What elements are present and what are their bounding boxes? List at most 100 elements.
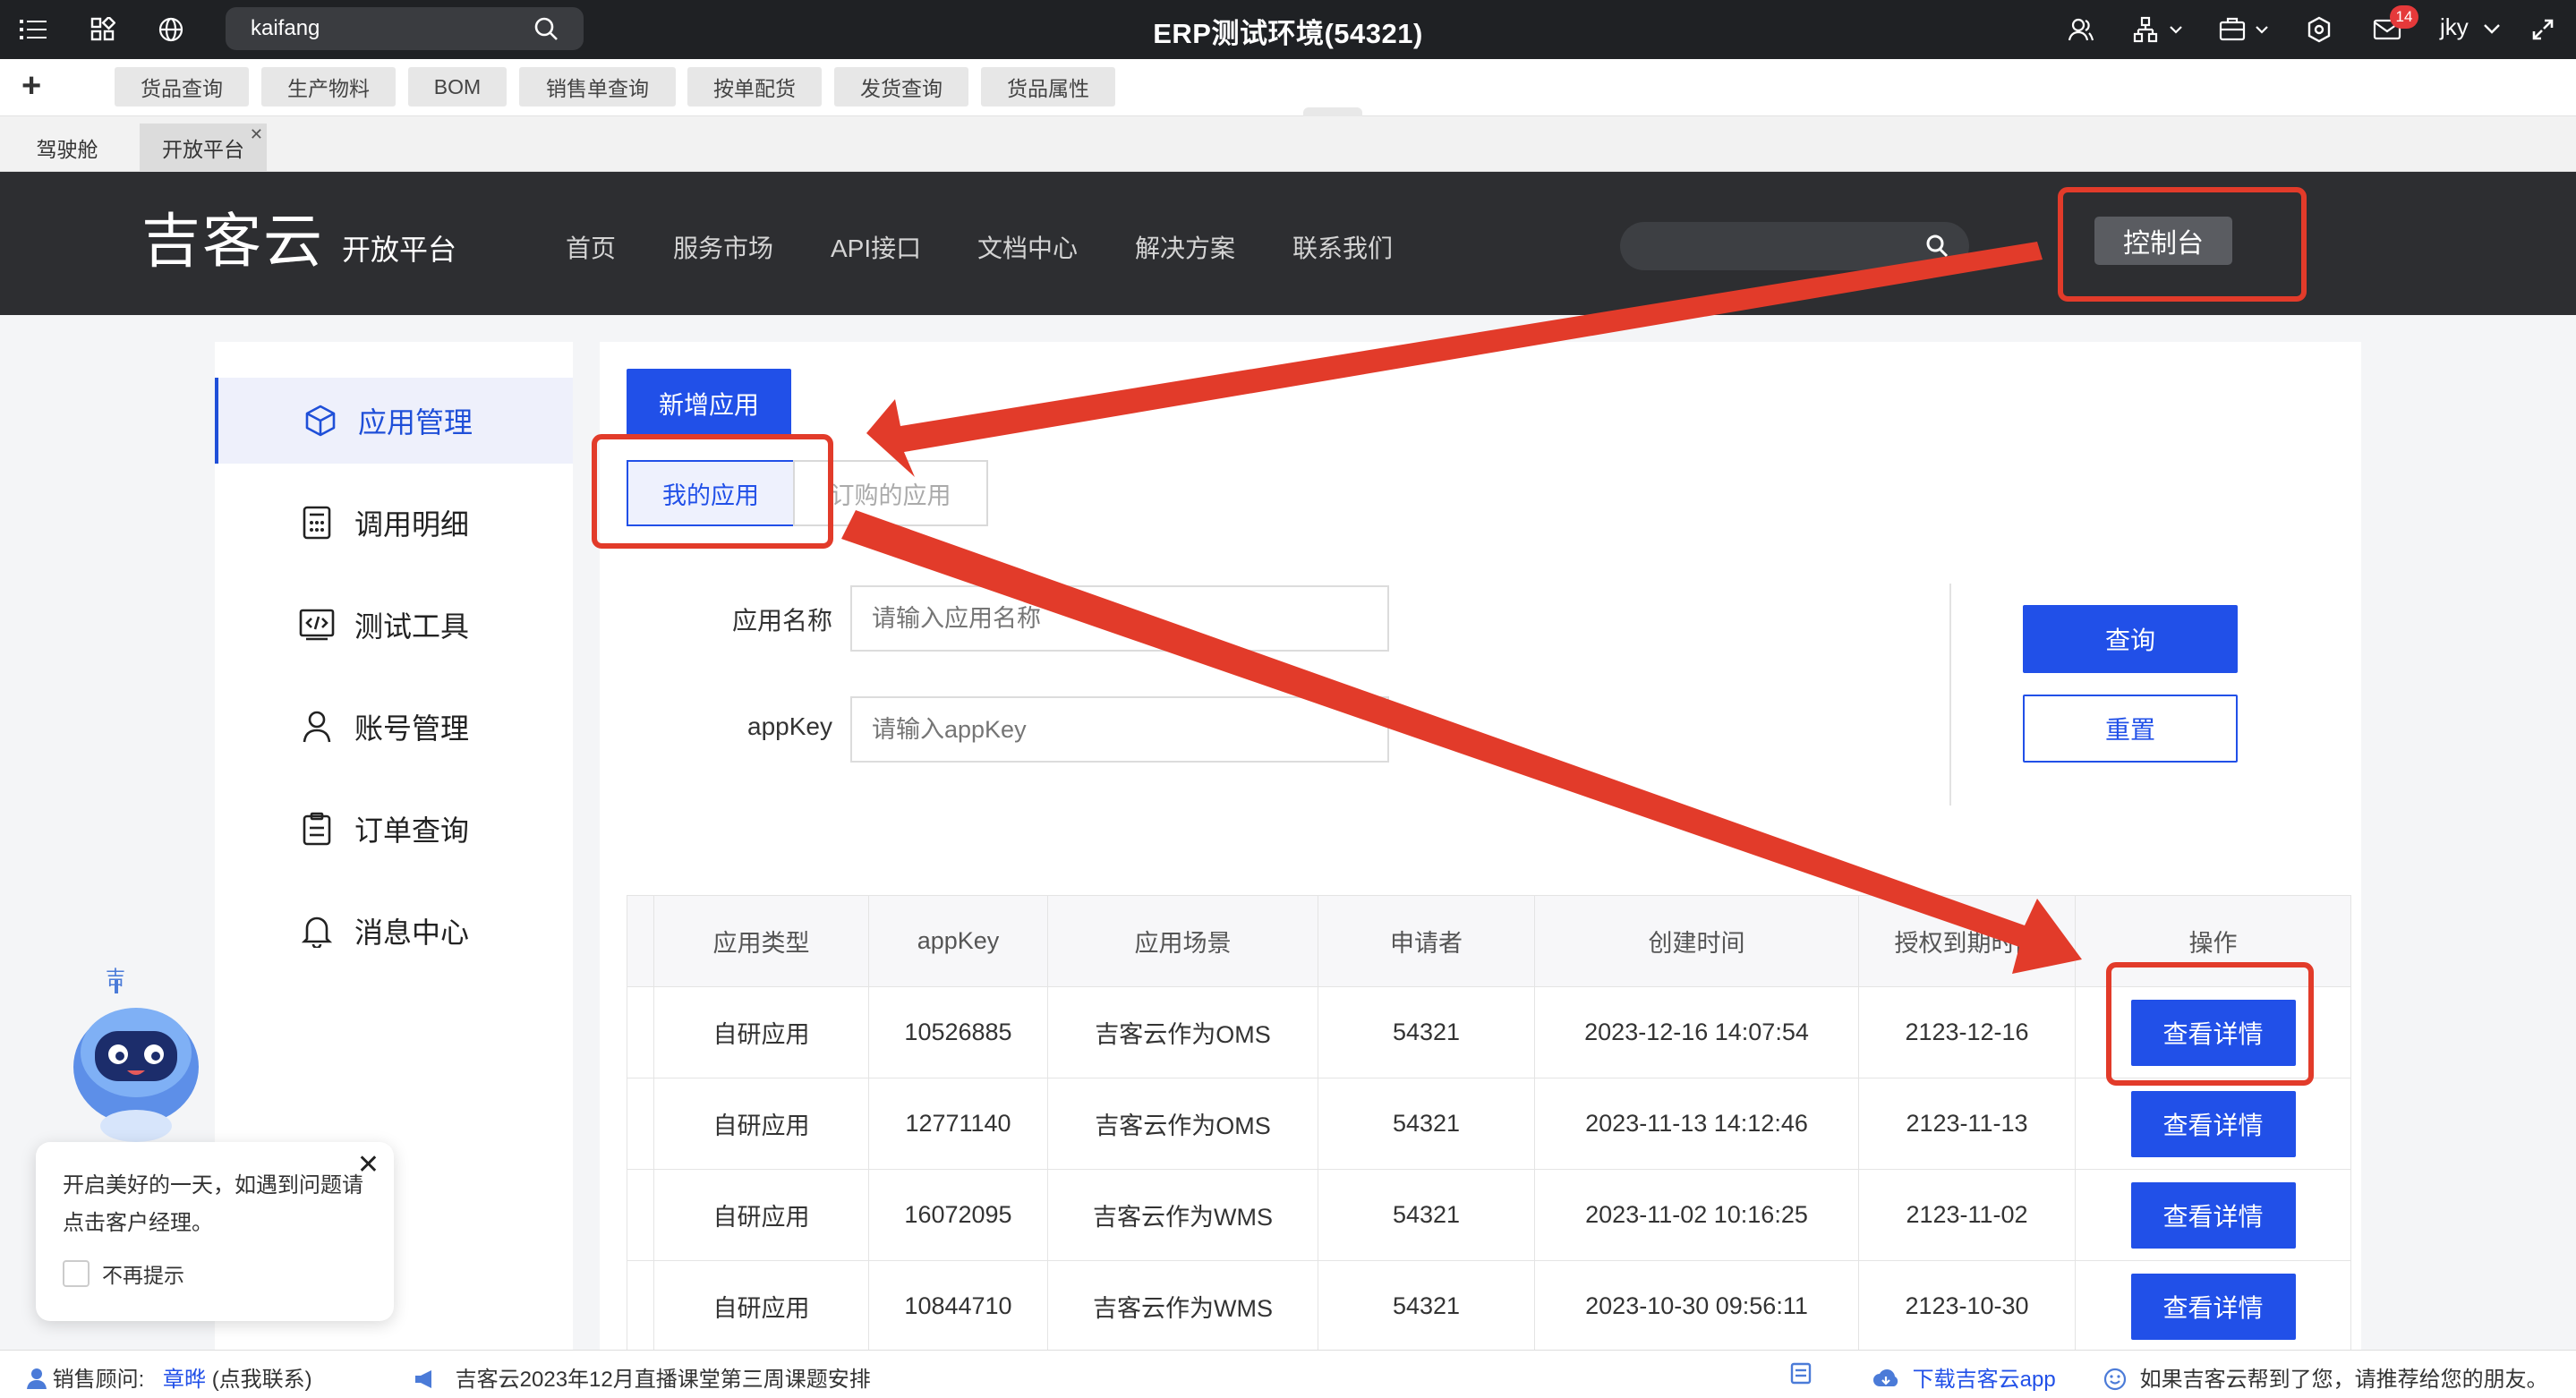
user-icon [27, 1368, 47, 1389]
briefcase-icon[interactable] [2218, 13, 2273, 47]
cell-applicant: 54321 [1318, 1260, 1535, 1352]
nav-service-market[interactable]: 服务市场 [673, 229, 773, 265]
sales-advisor: 销售顾问: 章晔 (点我联系) [27, 1361, 312, 1393]
advisor-name-link[interactable]: 章晔 [163, 1368, 206, 1392]
quick-link-goods-query[interactable]: 货品查询 [115, 67, 249, 107]
chevron-down-icon [2484, 24, 2500, 34]
settings-hex-icon[interactable] [2302, 13, 2336, 47]
global-search-input[interactable]: kaifang [251, 16, 533, 41]
add-app-button[interactable]: 新增应用 [627, 369, 791, 439]
search-icon[interactable] [1924, 233, 1949, 260]
app-table: 应用类型 appKey 应用场景 申请者 创建时间 授权到期时间 操作 自研应用… [627, 895, 2351, 1352]
sidebar-item-label: 订单查询 [354, 814, 470, 847]
user-menu[interactable]: jky [2440, 13, 2502, 41]
tab-open-platform[interactable]: 开放平台 ✕ [140, 124, 267, 172]
sidebar-item-order-query[interactable]: 订单查询 [215, 786, 573, 872]
dont-show-again[interactable]: 不再提示 [63, 1258, 184, 1289]
table-header-appkey: appKey [868, 895, 1048, 987]
global-search[interactable]: kaifang [226, 7, 584, 50]
close-icon[interactable]: ✕ [357, 1149, 380, 1181]
cell-actions: 查看详情 [2075, 1078, 2351, 1170]
row-spacer [627, 1260, 654, 1352]
cell-applicant: 54321 [1318, 986, 1535, 1078]
brand-logo[interactable]: 吉客云 [141, 206, 324, 277]
assistant-tip: ✕ 开启美好的一天，如遇到问题请点击客户经理。 不再提示 [36, 1142, 394, 1321]
sidebar-item-call-details[interactable]: 调用明细 [215, 480, 573, 566]
app-name-input[interactable] [850, 585, 1389, 652]
portal-search-input[interactable] [1620, 222, 1969, 270]
sidebar-item-message-center[interactable]: 消息中心 [215, 888, 573, 974]
status-bar: 销售顾问: 章晔 (点我联系) 吉客云2023年12月直播课堂第三周课题安排 下… [0, 1350, 2576, 1398]
person-icon [299, 709, 335, 745]
bell-icon [299, 913, 335, 949]
cell-created: 2023-12-16 14:07:54 [1534, 986, 1859, 1078]
view-details-button[interactable]: 查看详情 [2130, 1181, 2296, 1249]
table-header-created: 创建时间 [1534, 895, 1859, 987]
table-header-app-type: 应用类型 [653, 895, 869, 987]
sidebar-item-app-management[interactable]: 应用管理 [215, 378, 573, 464]
dont-show-again-checkbox[interactable] [63, 1260, 90, 1287]
tab-my-apps[interactable]: 我的应用 [627, 460, 795, 526]
cell-app-type: 自研应用 [653, 1078, 869, 1170]
quick-link-sales-order-query[interactable]: 销售单查询 [519, 67, 676, 107]
cell-expiry: 2123-11-13 [1858, 1078, 2076, 1170]
tab-cockpit[interactable]: 驾驶舱 [9, 124, 125, 172]
nav-docs[interactable]: 文档中心 [977, 229, 1078, 265]
quick-link-order-allocation[interactable]: 按单配货 [687, 67, 822, 107]
search-icon[interactable] [533, 16, 559, 41]
announcement-text: 吉客云2023年12月直播课堂第三周课题安排 [455, 1368, 871, 1392]
quick-link-bom[interactable]: BOM [408, 67, 507, 107]
console-button[interactable]: 控制台 [2094, 217, 2232, 265]
sidebar-item-test-tools[interactable]: 测试工具 [215, 582, 573, 668]
calculator-icon [299, 505, 335, 541]
globe-icon[interactable] [154, 13, 188, 47]
cell-created: 2023-11-13 14:12:46 [1534, 1078, 1859, 1170]
org-tree-icon[interactable] [2132, 13, 2188, 47]
quick-link-shipment-query[interactable]: 发货查询 [834, 67, 968, 107]
brand-subtitle: 开放平台 [342, 234, 457, 266]
notes-icon[interactable] [1790, 1361, 1812, 1391]
quick-link-production-material[interactable]: 生产物料 [261, 67, 396, 107]
tip-message: 开启美好的一天，如遇到问题请点击客户经理。 [63, 1173, 363, 1235]
nav-solutions[interactable]: 解决方案 [1135, 229, 1235, 265]
clipboard-icon [299, 811, 335, 847]
sidebar-item-label: 消息中心 [354, 916, 470, 949]
announcement[interactable]: 吉客云2023年12月直播课堂第三周课题安排 [414, 1361, 871, 1393]
row-spacer [627, 986, 654, 1078]
apps-grid-icon[interactable] [86, 13, 120, 47]
mail-icon[interactable]: 14 [2370, 5, 2418, 47]
table-header-actions: 操作 [2075, 895, 2351, 987]
cell-appkey: 12771140 [868, 1078, 1048, 1170]
close-tab-icon[interactable]: ✕ [250, 125, 263, 144]
view-details-button[interactable]: 查看详情 [2130, 999, 2296, 1066]
add-shortcut-icon[interactable]: + [21, 68, 41, 104]
table-row: 自研应用 10844710 吉客云作为WMS 54321 2023-10-30 … [627, 1260, 2351, 1352]
sidebar-item-label: 账号管理 [354, 712, 470, 745]
appkey-input[interactable] [850, 696, 1389, 763]
sidebar-item-account[interactable]: 账号管理 [215, 684, 573, 770]
view-details-button[interactable]: 查看详情 [2130, 1273, 2296, 1340]
table-header-row: 应用类型 appKey 应用场景 申请者 创建时间 授权到期时间 操作 [627, 895, 2351, 987]
reset-button[interactable]: 重置 [2023, 695, 2238, 763]
nav-api[interactable]: API接口 [831, 229, 921, 265]
menu-list-icon[interactable] [16, 13, 50, 47]
cell-expiry: 2123-10-30 [1858, 1260, 2076, 1352]
query-button[interactable]: 查询 [2023, 605, 2238, 673]
smile-icon [2103, 1368, 2127, 1391]
dont-show-again-label: 不再提示 [102, 1264, 184, 1287]
tab-ordered-apps[interactable]: 订购的应用 [793, 460, 988, 526]
row-spacer [627, 1078, 654, 1170]
contacts-icon[interactable] [2064, 13, 2098, 47]
appkey-label: appKey [747, 712, 832, 740]
robot-assistant-icon[interactable]: 吉 [64, 967, 208, 1146]
cell-scenario: 吉客云作为OMS [1047, 986, 1318, 1078]
quick-link-goods-attribute[interactable]: 货品属性 [981, 67, 1115, 107]
table-header-scenario: 应用场景 [1047, 895, 1318, 987]
nav-home[interactable]: 首页 [566, 229, 616, 265]
view-details-button[interactable]: 查看详情 [2130, 1090, 2296, 1157]
tab-open-platform-label: 开放平台 [162, 138, 244, 161]
expand-icon[interactable] [2526, 13, 2560, 47]
cell-actions: 查看详情 [2075, 1260, 2351, 1352]
download-app-link[interactable]: 下载吉客云app [1872, 1361, 2056, 1393]
nav-contact[interactable]: 联系我们 [1292, 229, 1393, 265]
